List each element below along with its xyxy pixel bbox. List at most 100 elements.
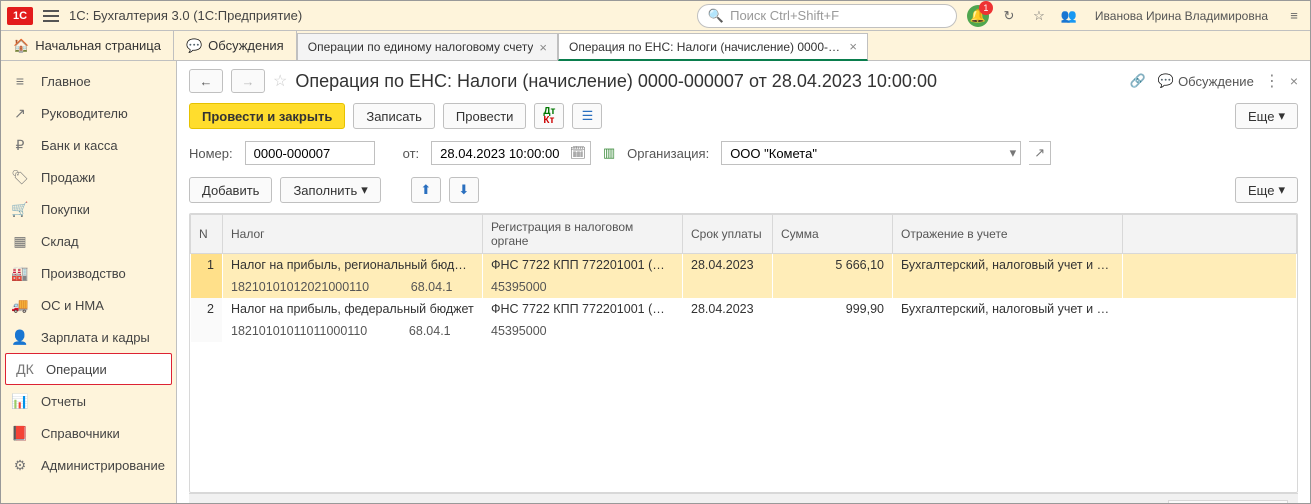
more-button[interactable]: Еще▾ <box>1235 103 1298 129</box>
close-icon[interactable]: × <box>1290 73 1298 89</box>
totals-row: Всего: 6 666,00 <box>189 493 1298 503</box>
sidebar-item-5[interactable]: ▦ Склад <box>1 225 176 257</box>
col-reg[interactable]: Регистрация в налоговом органе <box>483 215 683 254</box>
table-row[interactable]: 2Налог на прибыль, федеральный бюджетФНС… <box>191 298 1297 320</box>
org-field[interactable]: ▾ <box>721 141 1021 165</box>
nav-forward-button[interactable]: → <box>231 69 265 93</box>
discussions-tab-label: Обсуждения <box>208 38 284 53</box>
discussion-link[interactable]: 💬 Обсуждение <box>1158 73 1254 89</box>
sidebar-item-label: ОС и НМА <box>41 298 104 313</box>
table-header-row: N Налог Регистрация в налоговом органе С… <box>191 215 1297 254</box>
sidebar-item-label: Операции <box>46 362 107 377</box>
dt-kt-button[interactable]: ДтКт <box>534 103 564 129</box>
notifications-badge: 1 <box>979 1 993 15</box>
number-field[interactable] <box>245 141 375 165</box>
page-title: Операция по ЕНС: Налоги (начисление) 000… <box>295 71 1120 92</box>
logo-1c: 1С <box>7 7 33 25</box>
table-subrow[interactable]: 18210101012021000110 68.04.145395000 <box>191 276 1297 298</box>
link-icon[interactable]: 🔗 <box>1128 71 1148 91</box>
sidebar-item-8[interactable]: 👤Зарплата и кадры <box>1 321 176 353</box>
sidebar-item-3[interactable]: 🏷Продажи <box>1 161 176 193</box>
org-label: Организация: <box>627 146 713 161</box>
search-placeholder: Поиск Ctrl+Shift+F <box>730 8 839 23</box>
sidebar-item-label: Продажи <box>41 170 95 185</box>
discussion-label: Обсуждение <box>1178 74 1254 89</box>
col-n[interactable]: N <box>191 215 223 254</box>
col-sum[interactable]: Сумма <box>773 215 893 254</box>
global-search[interactable]: 🔍 Поиск Ctrl+Shift+F <box>697 4 957 28</box>
sidebar-item-11[interactable]: 📕Справочники <box>1 417 176 449</box>
sidebar-item-label: Справочники <box>41 426 120 441</box>
sidebar-item-label: Банк и касса <box>41 138 118 153</box>
sidebar-item-1[interactable]: ↗Руководителю <box>1 97 176 129</box>
org-picker-icon[interactable]: ▥ <box>599 143 619 163</box>
table-empty-area[interactable] <box>190 342 1297 492</box>
sidebar-item-12[interactable]: ⚙ Администрирование <box>1 449 176 481</box>
burger-icon[interactable] <box>43 10 59 22</box>
sidebar-icon: 🚚 <box>11 297 29 314</box>
sidebar-item-label: Администрирование <box>41 458 165 473</box>
sidebar-icon: ≡ <box>11 73 29 89</box>
col-acc[interactable]: Отражение в учете <box>893 215 1123 254</box>
page-header: ← → ☆ Операция по ЕНС: Налоги (начислени… <box>189 69 1298 93</box>
user-name[interactable]: Иванова Ирина Владимировна <box>1095 9 1268 23</box>
notifications-bell-icon[interactable]: 🔔 1 <box>967 5 989 27</box>
save-button[interactable]: Записать <box>353 103 435 129</box>
sidebar-icon: 👤 <box>11 329 29 346</box>
tab-label: Операция по ЕНС: Налоги (начисление) 000… <box>569 40 843 54</box>
favorites-icon[interactable]: ☆ <box>1029 6 1049 26</box>
sidebar-item-6[interactable]: 🏭Производство <box>1 257 176 289</box>
date-field[interactable]: 🗓 <box>431 141 591 165</box>
chevron-down-icon[interactable]: ▾ <box>1010 145 1017 161</box>
linked-docs-button[interactable]: ☰ <box>572 103 602 129</box>
user-icon[interactable]: 👥 <box>1059 6 1079 26</box>
close-icon[interactable]: × <box>539 40 547 55</box>
col-due[interactable]: Срок уплаты <box>683 215 773 254</box>
history-icon[interactable]: ↻ <box>999 6 1019 26</box>
add-button[interactable]: Добавить <box>189 177 272 203</box>
search-icon: 🔍 <box>708 8 724 24</box>
app-title: 1С: Бухгалтерия 3.0 (1С:Предприятие) <box>69 8 302 23</box>
calendar-icon[interactable]: 🗓 <box>570 145 587 161</box>
sidebar-item-10[interactable]: 📊Отчеты <box>1 385 176 417</box>
home-tab-label: Начальная страница <box>35 38 161 53</box>
sidebar-icon: ▦ <box>11 233 29 250</box>
close-icon[interactable]: × <box>849 39 857 54</box>
sidebar-item-9[interactable]: ДКОперации <box>5 353 172 385</box>
sidebar-item-0[interactable]: ≡ Главное <box>1 65 176 97</box>
sidebar-item-7[interactable]: 🚚 ОС и НМА <box>1 289 176 321</box>
discussions-tab[interactable]: 💬 Обсуждения <box>174 31 297 60</box>
favorite-star-icon[interactable]: ☆ <box>273 71 287 91</box>
date-input[interactable] <box>438 145 584 162</box>
fill-button[interactable]: Заполнить▾ <box>280 177 380 203</box>
col-tax[interactable]: Налог <box>223 215 483 254</box>
sidebar-icon: ₽ <box>11 137 29 154</box>
table-subrow[interactable]: 18210101011011000110 68.04.145395000 <box>191 320 1297 342</box>
table-row[interactable]: 1Налог на прибыль, региональный бюджетФН… <box>191 254 1297 277</box>
titlebar: 1С 1С: Бухгалтерия 3.0 (1С:Предприятие) … <box>1 1 1310 31</box>
sidebar-item-2[interactable]: ₽ Банк и касса <box>1 129 176 161</box>
tab-operations-ens-list[interactable]: Операции по единому налоговому счету × <box>297 33 558 60</box>
home-tab[interactable]: 🏠 Начальная страница <box>1 31 174 60</box>
more-menu-icon[interactable]: ⋮ <box>1264 71 1280 91</box>
move-up-button[interactable]: ⬆ <box>411 177 441 203</box>
table-more-button[interactable]: Еще▾ <box>1235 177 1298 203</box>
sidebar-icon: ⚙ <box>11 457 29 474</box>
post-and-close-button[interactable]: Провести и закрыть <box>189 103 345 129</box>
org-input[interactable] <box>728 145 1014 162</box>
app-tabs-bar: 🏠 Начальная страница 💬 Обсуждения Операц… <box>1 31 1310 61</box>
sidebar-icon: 🛒 <box>11 201 29 218</box>
sidebar-icon: 📊 <box>11 393 29 410</box>
post-button[interactable]: Провести <box>443 103 527 129</box>
open-org-button[interactable]: ↗ <box>1029 141 1051 165</box>
move-down-button[interactable]: ⬇ <box>449 177 479 203</box>
nav-back-button[interactable]: ← <box>189 69 223 93</box>
number-input[interactable] <box>252 145 368 162</box>
tab-operation-ens-doc[interactable]: Операция по ЕНС: Налоги (начисление) 000… <box>558 33 868 61</box>
sidebar-item-label: Склад <box>41 234 79 249</box>
table-toolbar: Добавить Заполнить▾ ⬆ ⬇ Еще▾ <box>189 177 1298 203</box>
sidebar-item-4[interactable]: 🛒 Покупки <box>1 193 176 225</box>
sidebar-item-label: Главное <box>41 74 91 89</box>
titlebar-menu-icon[interactable]: ≡ <box>1284 6 1304 26</box>
sidebar-item-label: Покупки <box>41 202 90 217</box>
